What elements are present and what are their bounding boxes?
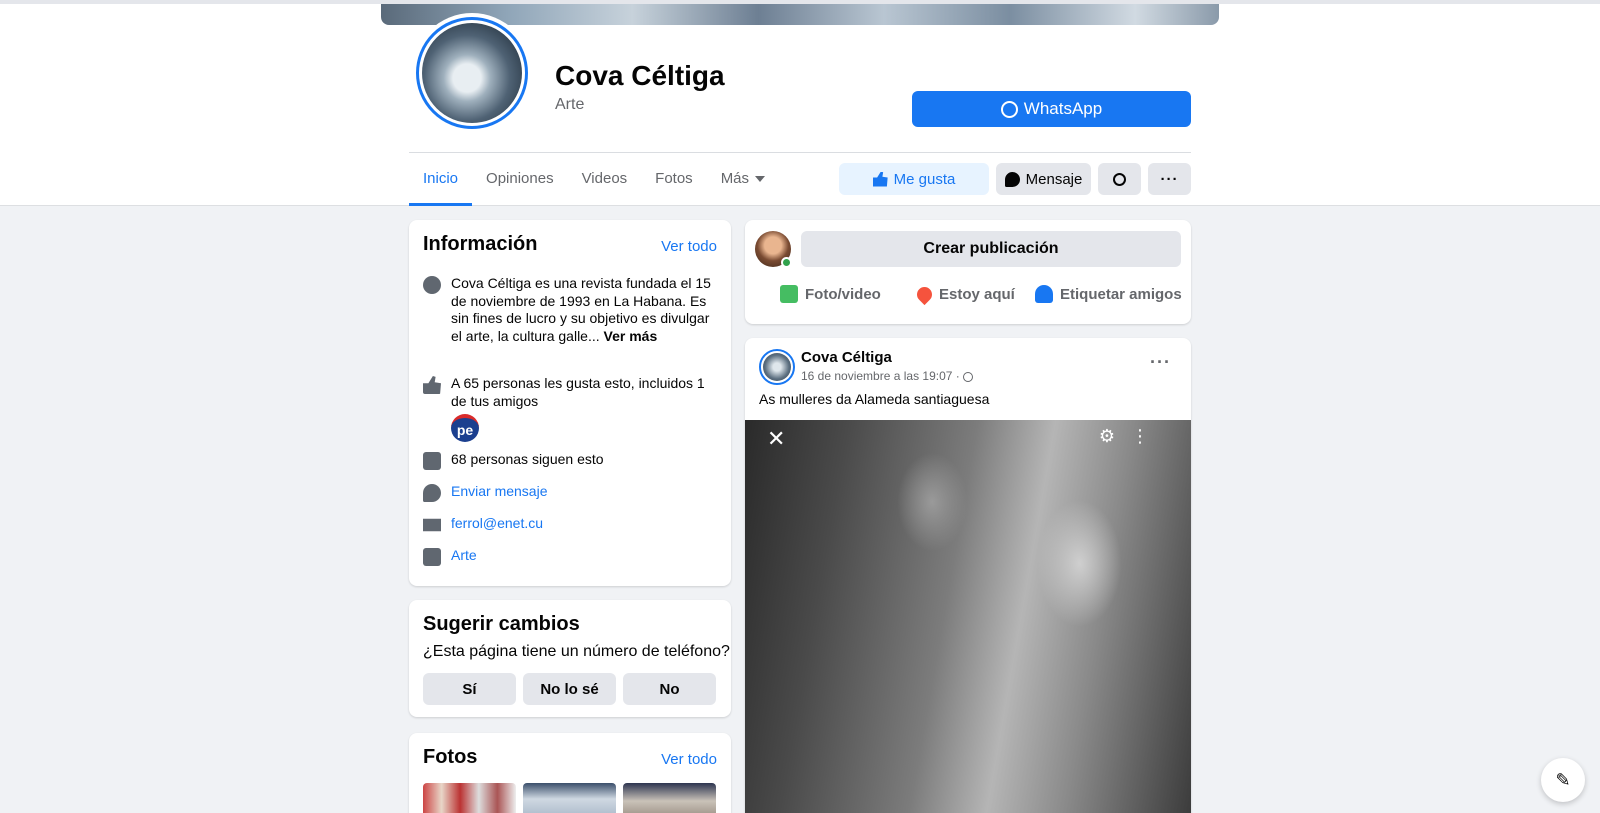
- like-label: Me gusta: [893, 170, 956, 188]
- create-post-button[interactable]: Crear publicación: [801, 231, 1181, 267]
- info-category-row: Arte: [423, 547, 719, 566]
- page-header: [0, 0, 1600, 206]
- info-title: Información: [423, 233, 538, 255]
- more-options-button[interactable]: ···: [1148, 163, 1191, 195]
- info-see-all-link[interactable]: Ver todo: [661, 238, 717, 255]
- followers-text: 68 personas siguen esto: [451, 451, 604, 467]
- suggest-title: Sugerir cambios: [423, 613, 580, 635]
- cover-photo[interactable]: [381, 4, 1219, 25]
- messenger-icon: [1004, 171, 1020, 187]
- see-more-link[interactable]: Ver más: [604, 328, 658, 344]
- follow-icon: [423, 452, 441, 470]
- photo-video-button[interactable]: Foto/video: [780, 282, 881, 306]
- suggest-changes-card: Sugerir cambios ¿Esta página tiene un nú…: [409, 600, 731, 717]
- post-text: As mulleres da Alameda santiaguesa: [759, 391, 990, 407]
- info-message-row: Enviar mensaje: [423, 483, 719, 502]
- tab-opiniones[interactable]: Opiniones: [472, 153, 568, 206]
- new-message-button[interactable]: ✎: [1541, 758, 1585, 802]
- likes-text[interactable]: A 65 personas les gusta esto, incluidos …: [451, 375, 719, 410]
- online-status-dot: [781, 257, 792, 268]
- search-button[interactable]: [1098, 163, 1141, 195]
- search-icon: [1113, 172, 1126, 186]
- mail-icon: [423, 518, 441, 532]
- send-message-link[interactable]: Enviar mensaje: [451, 483, 719, 502]
- info-card: Información Ver todo Cova Céltiga es una…: [409, 220, 731, 586]
- info-email-row: ferrol@enet.cu: [423, 515, 719, 534]
- info-description-row: Cova Céltiga es una revista fundada el 1…: [423, 275, 719, 345]
- photo-tools-icon[interactable]: ⚙⋮: [1099, 426, 1165, 447]
- compose-icon: ✎: [1555, 769, 1571, 790]
- create-post-card: Crear publicación Foto/video Estoy aquí …: [745, 220, 1191, 324]
- page-category[interactable]: Arte: [555, 96, 584, 114]
- yes-button[interactable]: Sí: [423, 673, 516, 705]
- tag-friends-label: Etiquetar amigos: [1060, 285, 1182, 303]
- whatsapp-button[interactable]: WhatsApp: [912, 91, 1191, 127]
- friend-avatar[interactable]: pe: [451, 414, 479, 442]
- tab-mas-label: Más: [720, 170, 750, 187]
- info-icon: [423, 276, 441, 294]
- suggest-question: ¿Esta página tiene un número de teléfono…: [423, 643, 730, 660]
- photo-icon: [780, 285, 798, 303]
- info-description: Cova Céltiga es una revista fundada el 1…: [451, 275, 711, 344]
- tab-videos[interactable]: Videos: [568, 153, 642, 206]
- message-label: Mensaje: [1025, 170, 1083, 188]
- info-likes-row: A 65 personas les gusta esto, incluidos …: [423, 375, 719, 410]
- tab-mas[interactable]: Más: [707, 153, 779, 206]
- post-photo[interactable]: [745, 420, 1191, 813]
- location-pin-icon: [913, 283, 936, 305]
- photos-title: Fotos: [423, 746, 478, 768]
- page-tabs: Inicio Opiniones Videos Fotos Más: [409, 153, 779, 206]
- category-icon: [423, 548, 441, 566]
- thumbs-up-icon: [872, 171, 888, 187]
- photo-video-label: Foto/video: [805, 285, 881, 303]
- photo-thumbnail[interactable]: [623, 783, 716, 813]
- avatar-image: [422, 23, 522, 123]
- check-in-label: Estoy aquí: [939, 285, 1015, 303]
- story-ring: [416, 17, 528, 129]
- post-options-icon[interactable]: ···: [1150, 352, 1171, 373]
- tag-friends-button[interactable]: Etiquetar amigos: [1035, 282, 1182, 306]
- photos-card: Fotos Ver todo: [409, 733, 731, 813]
- thumbs-up-icon: [423, 376, 441, 394]
- caret-down-icon: [755, 176, 766, 183]
- post-card: Cova Céltiga 16 de noviembre a las 19:07…: [745, 338, 1191, 813]
- tag-people-icon: [1035, 285, 1053, 303]
- dont-know-button[interactable]: No lo sé: [523, 673, 616, 705]
- tab-inicio[interactable]: Inicio: [409, 153, 473, 206]
- post-author-name[interactable]: Cova Céltiga: [801, 349, 892, 366]
- photos-see-all-link[interactable]: Ver todo: [661, 751, 717, 768]
- info-followers-row: 68 personas siguen esto: [423, 451, 719, 470]
- message-button[interactable]: Mensaje: [996, 163, 1091, 195]
- post-timestamp[interactable]: 16 de noviembre a las 19:07 ·: [801, 369, 974, 383]
- tab-fotos[interactable]: Fotos: [641, 153, 707, 206]
- check-in-button[interactable]: Estoy aquí: [913, 282, 1015, 306]
- messenger-icon: [423, 484, 441, 502]
- post-author-avatar[interactable]: [759, 349, 795, 385]
- like-button[interactable]: Me gusta: [839, 163, 989, 195]
- photo-thumbnail[interactable]: [423, 783, 516, 813]
- close-icon[interactable]: ✕: [767, 426, 785, 452]
- whatsapp-label: WhatsApp: [1023, 99, 1103, 118]
- page-avatar[interactable]: [412, 13, 532, 133]
- whatsapp-icon: [1000, 100, 1018, 118]
- more-dots-icon: ···: [1160, 170, 1179, 188]
- photo-grid: [423, 783, 716, 813]
- category-link[interactable]: Arte: [451, 547, 719, 566]
- no-button[interactable]: No: [623, 673, 716, 705]
- post-timestamp-text: 16 de noviembre a las 19:07 ·: [801, 369, 960, 383]
- photo-thumbnail[interactable]: [523, 783, 616, 813]
- email-link[interactable]: ferrol@enet.cu: [451, 515, 719, 534]
- page-title: Cova Céltiga: [555, 60, 725, 91]
- globe-icon: [963, 371, 974, 382]
